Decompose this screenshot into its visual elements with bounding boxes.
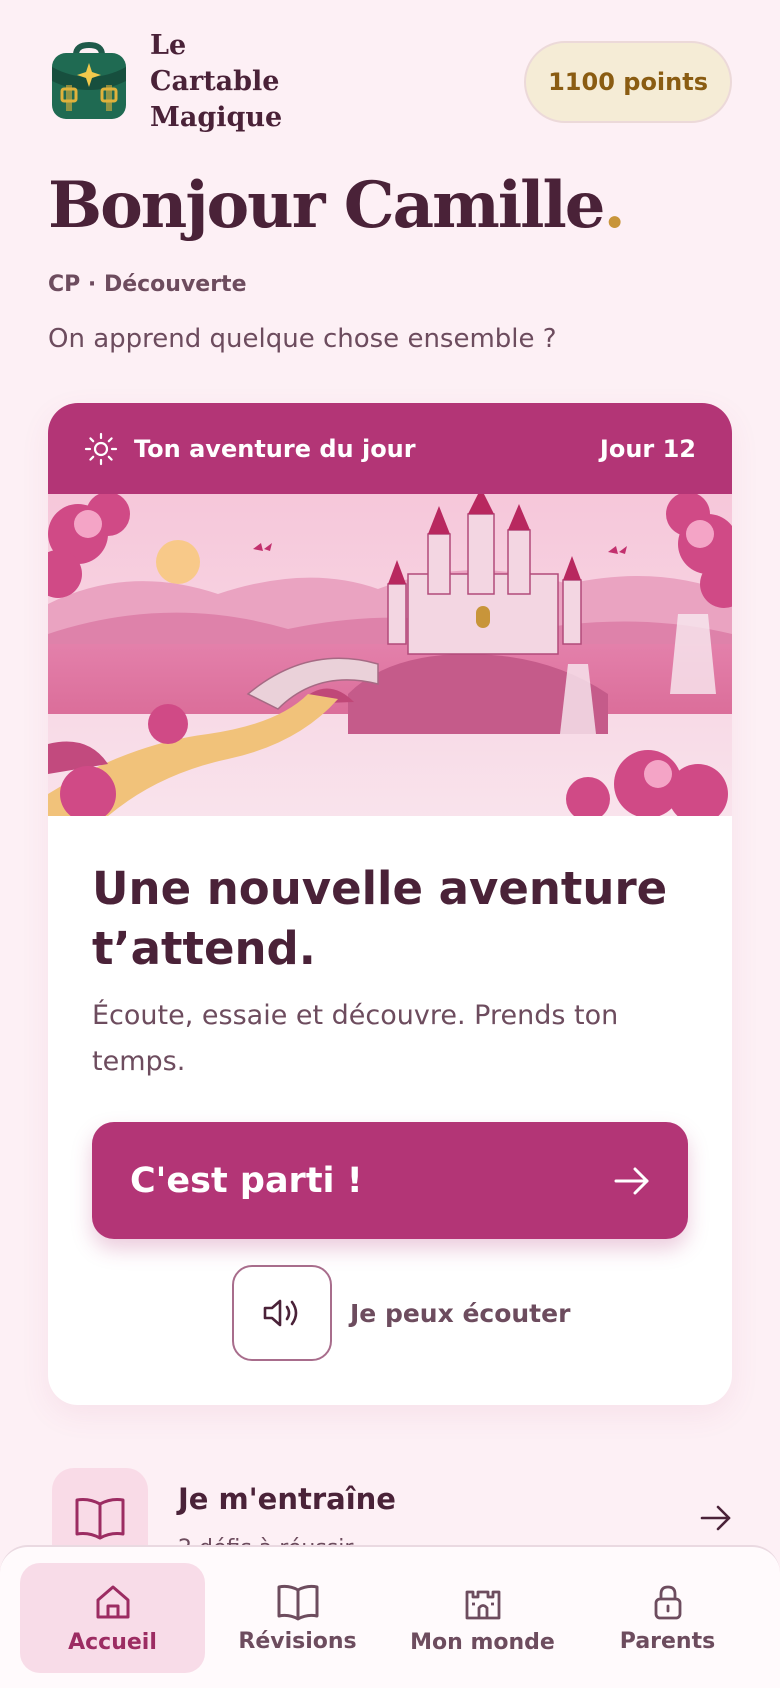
castle-illustration — [48, 494, 732, 816]
start-button-label: C'est parti ! — [130, 1160, 363, 1201]
nav-label: Accueil — [68, 1629, 157, 1655]
practice-title: Je m'entraîne — [178, 1482, 396, 1516]
nav-mon-monde[interactable]: Mon monde — [390, 1563, 575, 1673]
bottom-nav: Accueil Révisions Mon monde Parents — [0, 1545, 780, 1688]
listen-button[interactable] — [232, 1265, 332, 1361]
open-book-icon — [75, 1498, 125, 1540]
card-title: Une nouvelle aventure t’attend. — [92, 862, 668, 975]
speaker-icon — [263, 1299, 298, 1327]
greeting-dot: . — [603, 168, 625, 243]
day-counter: Jour 12 — [599, 434, 696, 463]
castle-icon — [465, 1590, 500, 1619]
app-header: Le Cartable Magique 1100 points — [48, 30, 732, 133]
book-icon — [277, 1584, 318, 1620]
nav-label: Révisions — [238, 1628, 357, 1654]
points-badge[interactable]: 1100 points — [524, 41, 732, 123]
daily-adventure-card: Ton aventure du jour Jour 12 Une nouvell… — [48, 403, 732, 1405]
nav-accueil[interactable]: Accueil — [20, 1563, 205, 1673]
sun-icon — [84, 432, 118, 465]
home-icon — [96, 1585, 129, 1618]
card-header-left: Ton aventure du jour — [84, 432, 416, 466]
level-label: CP · Découverte — [48, 272, 247, 297]
lock-icon — [654, 1585, 681, 1619]
arrow-right-icon — [700, 1505, 731, 1531]
card-header: Ton aventure du jour Jour 12 — [48, 403, 732, 494]
nav-label: Mon monde — [410, 1629, 555, 1655]
nav-label: Parents — [619, 1628, 716, 1654]
nav-parents[interactable]: Parents — [575, 1563, 760, 1673]
greeting-text: Bonjour Camille — [48, 168, 605, 243]
card-header-title: Ton aventure du jour — [134, 434, 416, 463]
arrow-right-icon — [614, 1167, 649, 1194]
app-name: Le Cartable Magique — [150, 30, 283, 133]
schoolbag-logo-icon — [52, 41, 126, 119]
start-button[interactable]: C'est parti ! — [92, 1122, 688, 1239]
listen-label: Je peux écouter — [350, 1298, 571, 1328]
subtitle: On apprend quelque chose ensemble ? — [48, 324, 557, 354]
greeting-title: Bonjour Camille. — [48, 168, 626, 243]
listen-row: Je peux écouter — [232, 1265, 570, 1361]
card-description: Écoute, essaie et découvre. Prends ton t… — [92, 1000, 619, 1077]
brand[interactable]: Le Cartable Magique — [48, 28, 320, 136]
nav-revisions[interactable]: Révisions — [205, 1563, 390, 1673]
